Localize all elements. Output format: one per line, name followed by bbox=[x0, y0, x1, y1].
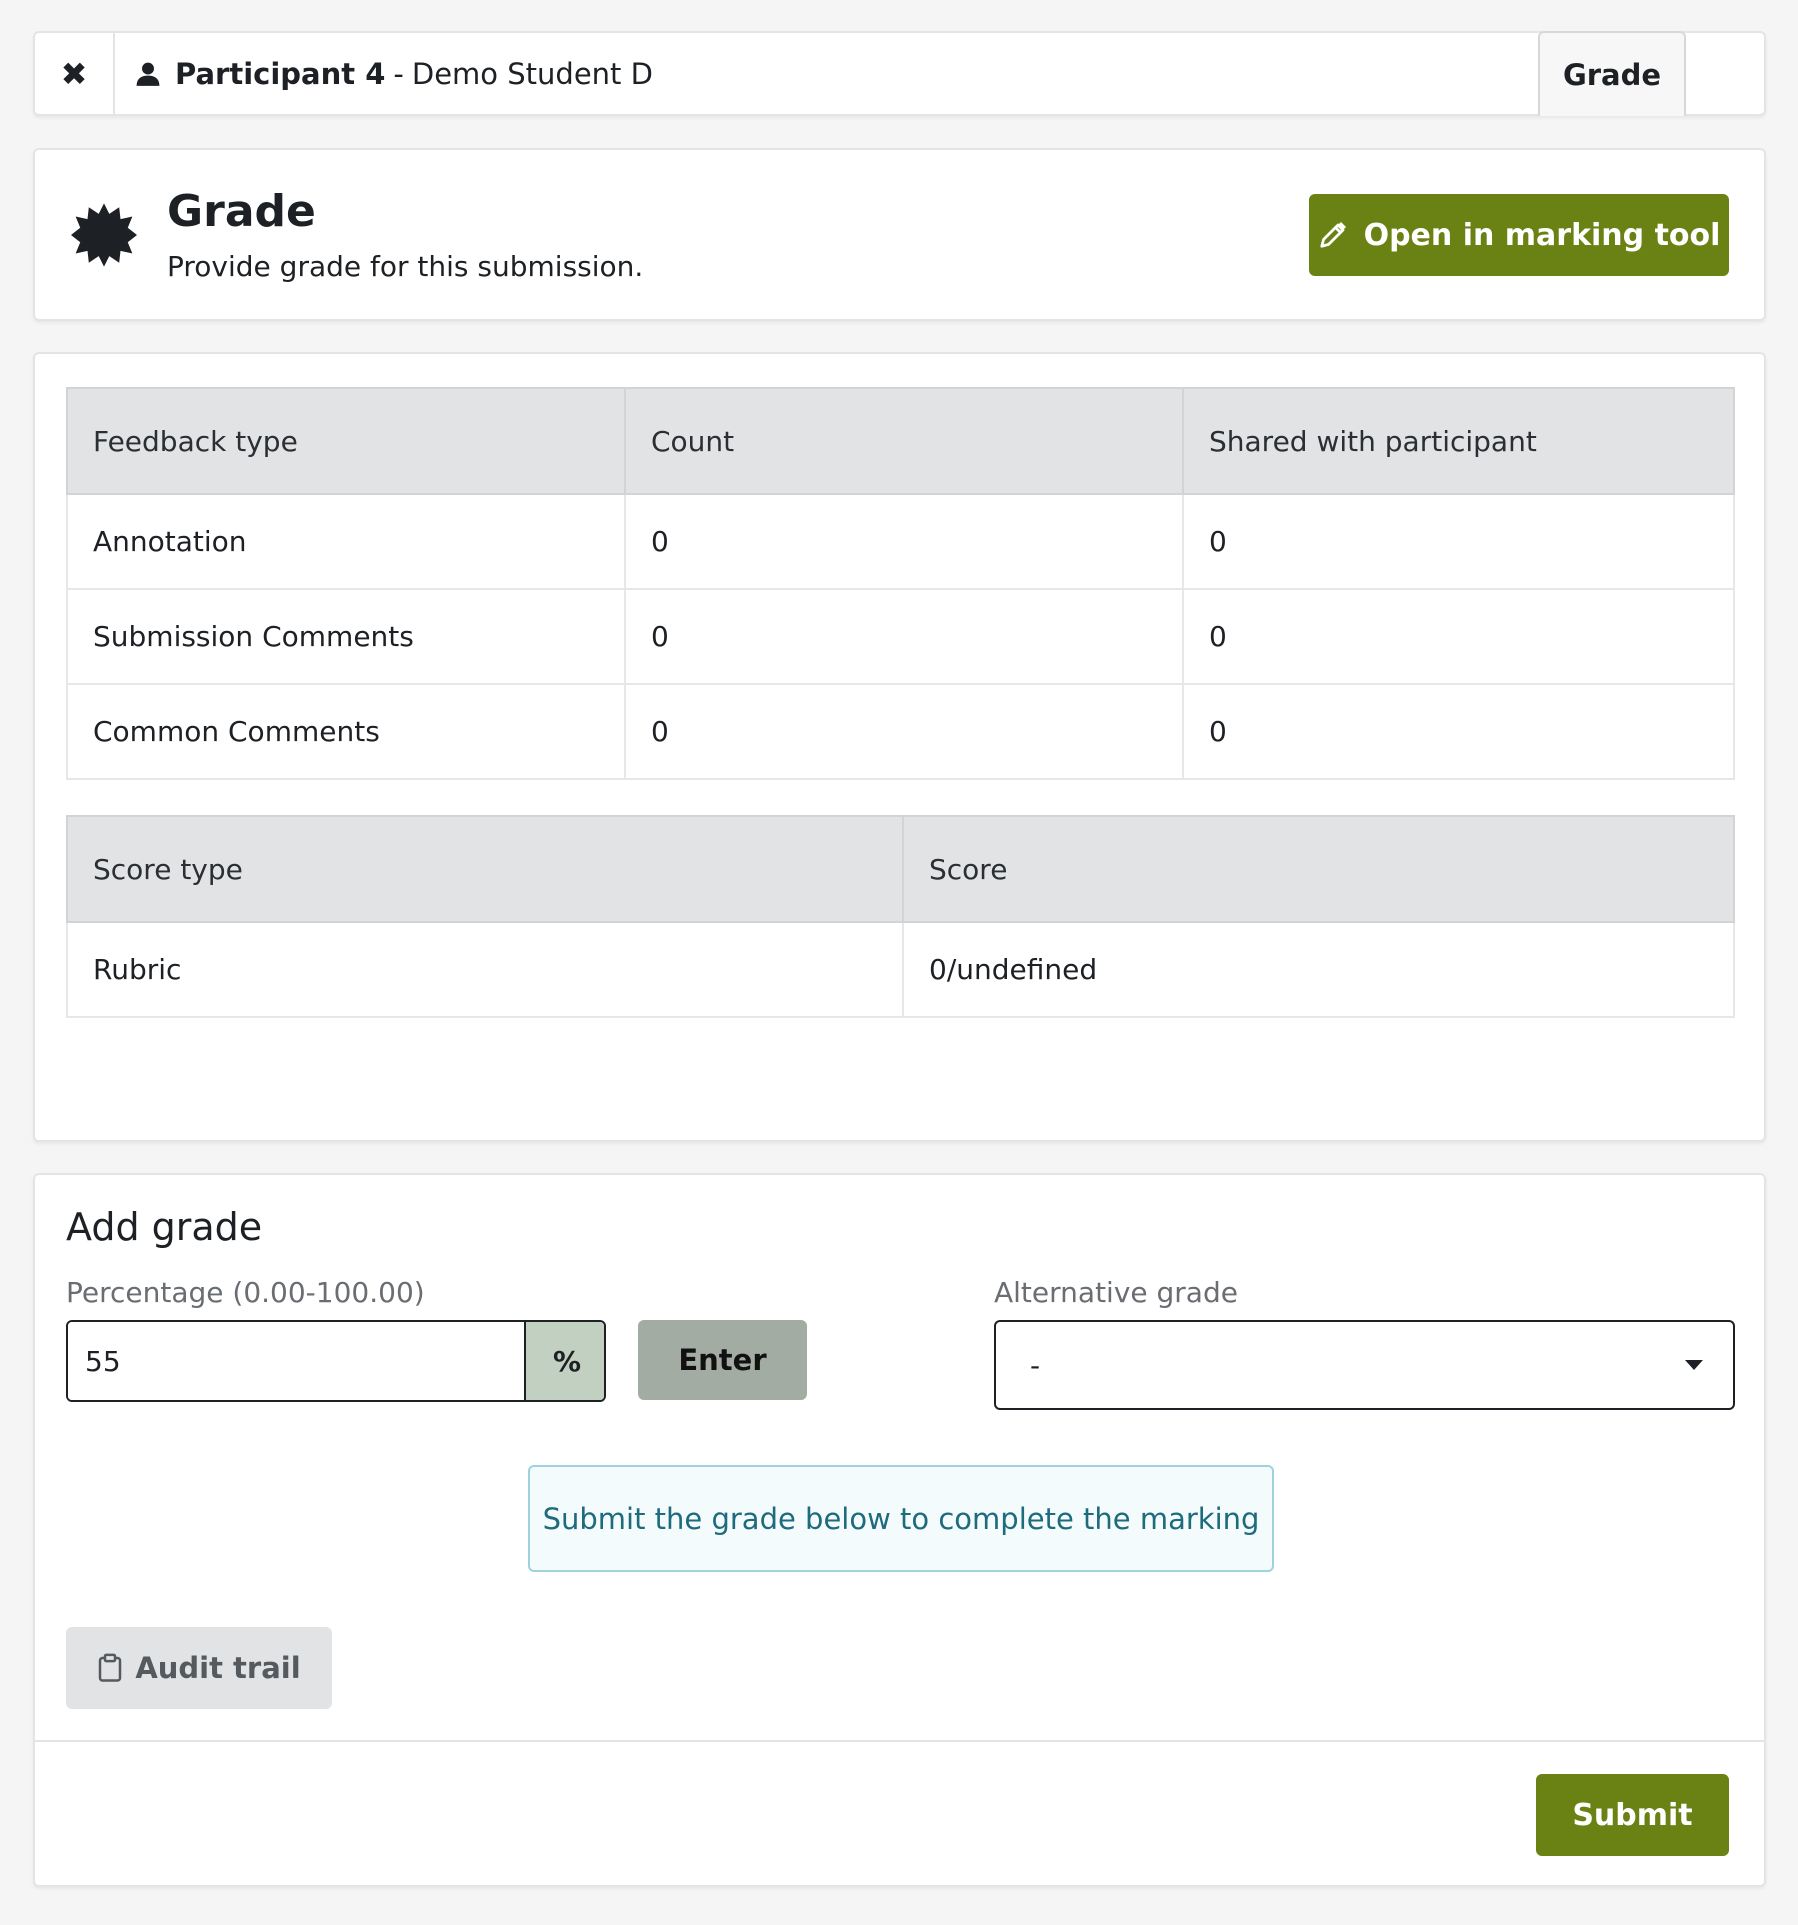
table-row: Annotation 0 0 bbox=[66, 493, 1735, 590]
cell-count: 0 bbox=[624, 588, 1184, 685]
cell-shared: 0 bbox=[1182, 493, 1735, 590]
page-subtitle: Provide grade for this submission. bbox=[167, 250, 644, 283]
cell-shared: 0 bbox=[1182, 683, 1735, 780]
info-alert: Submit the grade below to complete the m… bbox=[528, 1465, 1274, 1572]
audit-trail-button[interactable]: Audit trail bbox=[66, 1627, 332, 1709]
caret-down-icon bbox=[1685, 1360, 1703, 1370]
participant-number: Participant 4 bbox=[175, 56, 386, 91]
alternative-grade-value: - bbox=[1030, 1348, 1041, 1382]
alternative-grade-select[interactable]: - bbox=[994, 1320, 1735, 1410]
grade-heading-card: Grade Provide grade for this submission.… bbox=[33, 148, 1766, 321]
table-row: Submission Comments 0 0 bbox=[66, 588, 1735, 685]
page-title: Grade bbox=[167, 186, 316, 237]
pencil-icon bbox=[1319, 221, 1346, 248]
table-header-row: Feedback type Count Shared with particip… bbox=[66, 387, 1735, 495]
cell-score-type: Rubric bbox=[66, 921, 904, 1018]
cell-count: 0 bbox=[624, 683, 1184, 780]
participant-info: Participant 4 - Demo Student D bbox=[135, 33, 653, 114]
person-icon bbox=[136, 62, 160, 86]
column-header-count: Count bbox=[624, 387, 1184, 495]
feedback-summary-card: Feedback type Count Shared with particip… bbox=[33, 352, 1766, 1142]
open-marking-tool-button[interactable]: Open in marking tool bbox=[1309, 194, 1729, 276]
cell-count: 0 bbox=[624, 493, 1184, 590]
close-icon: ✖ bbox=[60, 54, 88, 93]
score-table: Score type Score Rubric 0/undefined bbox=[66, 815, 1735, 1018]
cell-score: 0/undefined bbox=[902, 921, 1735, 1018]
enter-button[interactable]: Enter bbox=[638, 1320, 807, 1400]
table-header-row: Score type Score bbox=[66, 815, 1735, 923]
column-header-feedback-type: Feedback type bbox=[66, 387, 626, 495]
table-row: Rubric 0/undefined bbox=[66, 921, 1735, 1018]
clipboard-icon bbox=[99, 1653, 122, 1682]
open-marking-tool-label: Open in marking tool bbox=[1363, 217, 1721, 253]
tab-grade[interactable]: Grade bbox=[1538, 31, 1686, 116]
percentage-label: Percentage (0.00-100.00) bbox=[66, 1276, 425, 1309]
table-row: Common Comments 0 0 bbox=[66, 683, 1735, 780]
participant-header-bar: ✖ Participant 4 - Demo Student D Grade bbox=[33, 31, 1766, 116]
feedback-table: Feedback type Count Shared with particip… bbox=[66, 387, 1735, 780]
cell-feedback-type: Submission Comments bbox=[66, 588, 626, 685]
cell-feedback-type: Common Comments bbox=[66, 683, 626, 780]
cell-shared: 0 bbox=[1182, 588, 1735, 685]
percentage-input[interactable] bbox=[68, 1322, 524, 1400]
footer-divider bbox=[35, 1740, 1764, 1742]
seal-icon bbox=[71, 203, 137, 267]
alternative-grade-label: Alternative grade bbox=[994, 1276, 1238, 1309]
column-header-score-type: Score type bbox=[66, 815, 904, 923]
add-grade-heading: Add grade bbox=[66, 1205, 263, 1249]
audit-trail-label: Audit trail bbox=[135, 1651, 301, 1685]
column-header-score: Score bbox=[902, 815, 1735, 923]
percentage-input-group: % bbox=[66, 1320, 606, 1402]
cell-feedback-type: Annotation bbox=[66, 493, 626, 590]
percent-addon: % bbox=[524, 1322, 604, 1400]
student-name: Demo Student D bbox=[411, 56, 653, 91]
submit-button[interactable]: Submit bbox=[1536, 1774, 1729, 1856]
column-header-shared: Shared with participant bbox=[1182, 387, 1735, 495]
participant-separator: - bbox=[393, 56, 404, 91]
close-button[interactable]: ✖ bbox=[35, 33, 115, 114]
add-grade-card: Add grade Percentage (0.00-100.00) % Ent… bbox=[33, 1173, 1766, 1887]
